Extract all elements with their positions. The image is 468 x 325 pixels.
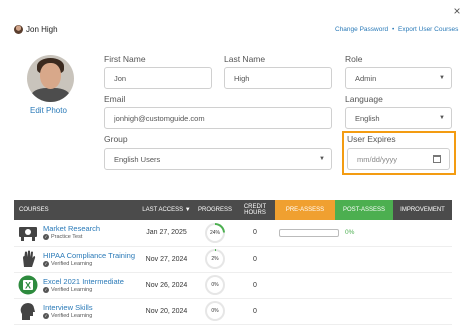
calendar-icon[interactable] <box>433 155 441 163</box>
course-type: Verified Learning <box>51 286 93 293</box>
course-title[interactable]: Interview Skills <box>43 303 93 312</box>
header-progress: PROGRESS <box>195 200 235 220</box>
close-button[interactable]: × <box>451 5 463 17</box>
table-row: HIPAA Compliance Training ✓ Verified Lear… <box>14 246 452 273</box>
interview-head-icon <box>18 301 38 321</box>
course-title[interactable]: Excel 2021 Intermediate <box>43 277 124 286</box>
course-title[interactable]: HIPAA Compliance Training <box>43 251 135 260</box>
header-post-assess: POST-ASSESS <box>335 200 393 220</box>
last-access-cell: Nov 27, 2024 <box>138 246 195 273</box>
progress-ring: 2% <box>205 249 225 269</box>
progress-ring: 0% <box>205 275 225 295</box>
role-label: Role <box>345 54 363 64</box>
role-select[interactable]: Admin ▼ <box>345 67 452 89</box>
first-name-label: First Name <box>104 54 146 64</box>
check-circle-icon: ✓ <box>43 286 49 293</box>
user-expires-date-input[interactable]: mm/dd/yyyy <box>347 148 450 170</box>
course-title[interactable]: Market Research <box>43 225 100 233</box>
excel-icon: X <box>18 275 38 295</box>
pre-assess-percent: 0% <box>345 229 355 237</box>
user-name: Jon High <box>26 25 58 34</box>
credit-hours-cell: 0 <box>235 246 275 273</box>
last-access-cell: Jan 27, 2025 <box>138 220 195 247</box>
export-user-courses-link[interactable]: Export User Courses <box>398 26 458 33</box>
check-circle-icon: ✓ <box>43 312 49 319</box>
last-name-label: Last Name <box>224 54 266 64</box>
market-research-icon <box>18 223 38 243</box>
link-separator: • <box>391 26 395 33</box>
group-label: Group <box>104 134 128 144</box>
chevron-down-icon: ▼ <box>319 156 325 162</box>
header-credit-hours: CREDIT HOURS <box>235 200 275 220</box>
profile-photo <box>27 55 74 102</box>
courses-table: COURSES LAST ACCESS ▼ PROGRESS CREDIT HO… <box>14 200 452 325</box>
first-name-field[interactable]: Jon <box>104 67 212 89</box>
check-circle-icon: ✓ <box>43 234 49 241</box>
last-access-cell: Nov 26, 2024 <box>138 272 195 299</box>
hand-stop-icon <box>18 249 38 269</box>
mini-avatar <box>14 25 23 34</box>
table-row: Interview Skills ✓ Verified Learning Nov … <box>14 298 452 325</box>
header-links: Change Password • Export User Courses <box>335 26 458 33</box>
credit-hours-cell: 0 <box>235 298 275 325</box>
check-circle-icon: ✓ <box>43 260 49 267</box>
header-last-access[interactable]: LAST ACCESS ▼ <box>138 200 195 220</box>
user-expires-label: User Expires <box>347 134 396 144</box>
progress-ring: 24% <box>205 222 225 243</box>
course-type: Practice Test <box>51 234 83 241</box>
course-type: Verified Learning <box>51 312 93 319</box>
language-select[interactable]: English ▼ <box>345 107 452 129</box>
language-label: Language <box>345 94 383 104</box>
user-header: Jon High <box>14 25 58 34</box>
email-label: Email <box>104 94 126 104</box>
table-row: X Excel 2021 Intermediate ✓ Verified Lear… <box>14 272 452 299</box>
credit-hours-cell: 0 <box>235 220 275 247</box>
table-header-row: COURSES LAST ACCESS ▼ PROGRESS CREDIT HO… <box>14 200 452 220</box>
pre-assess-bar <box>279 228 339 237</box>
chevron-down-icon: ▼ <box>439 75 445 81</box>
header-pre-assess: PRE-ASSESS <box>275 200 335 220</box>
credit-hours-cell: 0 <box>235 272 275 299</box>
change-password-link[interactable]: Change Password <box>335 26 388 33</box>
last-name-field[interactable]: High <box>224 67 332 89</box>
header-courses: COURSES <box>14 200 138 220</box>
email-field[interactable]: jonhigh@customguide.com <box>104 107 332 129</box>
edit-photo-link[interactable]: Edit Photo <box>30 106 67 115</box>
header-improvement: IMPROVEMENT <box>393 200 452 220</box>
group-select[interactable]: English Users ▼ <box>104 148 332 170</box>
table-row: Market Research ✓ Practice Test Jan 27, 2… <box>14 220 452 247</box>
progress-ring: 0% <box>205 301 225 321</box>
course-type: Verified Learning <box>51 260 93 267</box>
chevron-down-icon: ▼ <box>439 115 445 121</box>
last-access-cell: Nov 20, 2024 <box>138 298 195 325</box>
svg-text:X: X <box>25 281 31 291</box>
